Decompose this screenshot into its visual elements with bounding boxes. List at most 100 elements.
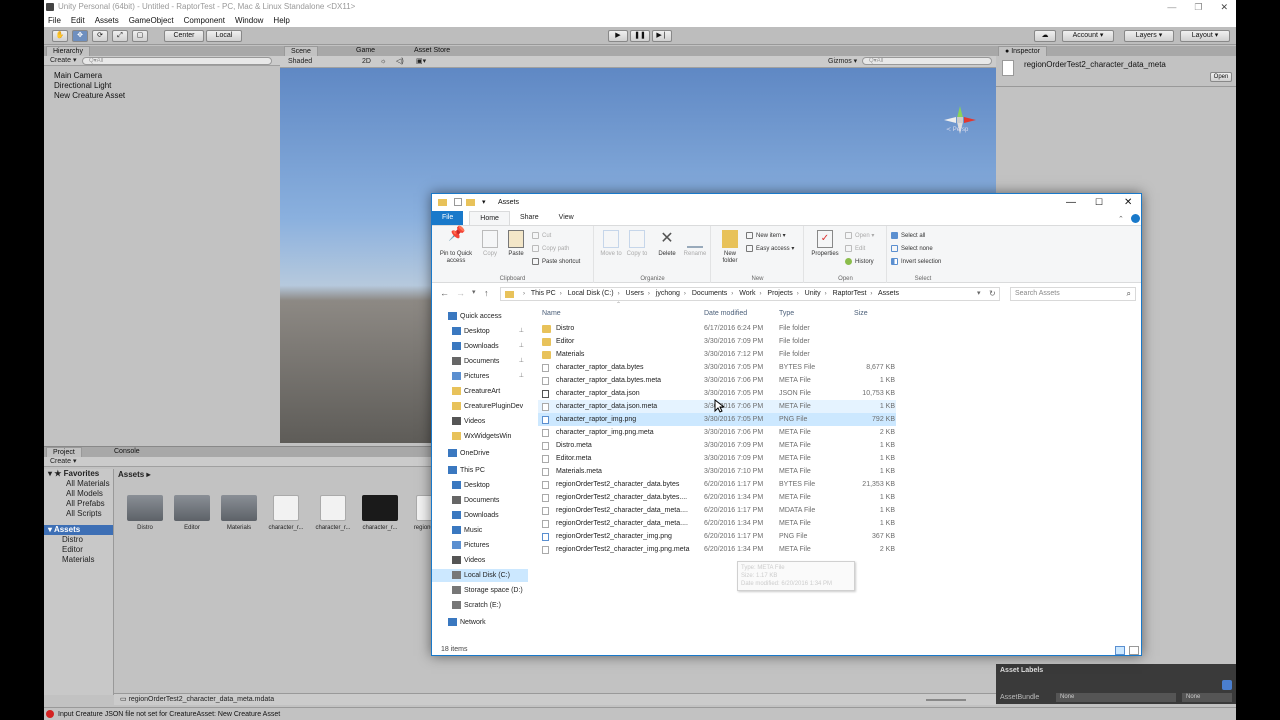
cut-button[interactable]: Cut — [532, 232, 551, 240]
breadcrumb-separator[interactable]: › — [731, 291, 733, 297]
address-dropdown-icon[interactable]: ▾ — [977, 288, 981, 300]
close-icon[interactable]: ✕ — [1220, 0, 1228, 14]
file-row[interactable]: Editor 3/30/2016 7:09 PM File folder — [538, 335, 896, 348]
copy-path-button[interactable]: Copy path — [532, 245, 569, 253]
favorite-item[interactable]: All Prefabs — [44, 499, 113, 509]
forward-arrow-icon[interactable]: → — [456, 288, 465, 298]
hierarchy-item[interactable]: Main Camera — [44, 71, 280, 81]
column-header-name[interactable]: Name — [542, 307, 561, 321]
ribbon-tab-view[interactable]: View — [549, 211, 584, 225]
pin-icon[interactable]: ⊥ — [519, 340, 524, 353]
back-arrow-icon[interactable]: ← — [440, 288, 449, 298]
history-button[interactable]: History — [845, 258, 874, 266]
file-row[interactable]: regionOrderTest2_character_data_meta....… — [538, 504, 896, 517]
breadcrumb-item[interactable]: Local Disk (C:) — [568, 290, 614, 297]
scene-search-input[interactable]: Q▾All — [862, 57, 992, 65]
minimize-icon[interactable]: — — [1066, 194, 1076, 211]
nav-item[interactable]: Scratch (E:) — [432, 599, 528, 612]
up-arrow-icon[interactable]: ↑ — [484, 288, 489, 298]
copy-to-button[interactable]: Copy to — [623, 230, 651, 258]
easy-access-button[interactable]: Easy access ▾ — [746, 245, 794, 253]
search-box[interactable]: Search Assets ⌕ — [1010, 287, 1136, 301]
menu-file[interactable]: File — [48, 14, 61, 27]
breadcrumb-item[interactable]: Users — [626, 290, 644, 297]
details-view-icon[interactable] — [1115, 646, 1125, 655]
pin-icon[interactable]: ⊥ — [519, 325, 524, 338]
favorite-item[interactable]: All Models — [44, 489, 113, 499]
menu-component[interactable]: Component — [184, 14, 225, 27]
tab-game[interactable]: Game — [350, 46, 381, 56]
hierarchy-search-input[interactable]: Q▾All — [82, 57, 272, 65]
delete-button[interactable]: ✕ Delete — [653, 230, 681, 258]
scale-tool-icon[interactable]: ⤢ — [112, 30, 128, 42]
asset-thumb[interactable]: character_r... — [314, 495, 352, 531]
column-header-date[interactable]: Date modified — [704, 307, 747, 321]
large-icons-view-icon[interactable] — [1129, 646, 1139, 655]
tab-asset-store[interactable]: Asset Store — [408, 46, 456, 56]
favorites-header[interactable]: ▾ ★ Favorites — [44, 469, 113, 479]
invert-selection-button[interactable]: Invert selection — [891, 258, 941, 266]
select-none-button[interactable]: Select none — [891, 245, 933, 253]
nav-item[interactable]: Pictures ⊥ — [432, 370, 528, 383]
gizmos-dropdown[interactable]: Gizmos ▾ — [828, 57, 857, 67]
effects-toggle-icon[interactable]: ▣▾ — [416, 57, 426, 67]
breadcrumb-item[interactable]: Documents — [692, 290, 727, 297]
nav-item[interactable]: Documents ⊥ — [432, 355, 528, 368]
copy-button[interactable]: Copy — [476, 230, 504, 258]
light-toggle-icon[interactable]: ☼ — [380, 57, 386, 67]
asset-thumb[interactable]: character_r... — [267, 495, 305, 531]
breadcrumb-item[interactable]: Work — [739, 290, 755, 297]
file-row[interactable]: regionOrderTest2_character_img.png 6/20/2… — [538, 530, 896, 543]
pivot-center-button[interactable]: Center — [164, 30, 204, 42]
nav-item[interactable]: Downloads ⊥ — [432, 340, 528, 353]
audio-toggle-icon[interactable]: ◁) — [396, 57, 404, 67]
file-row[interactable]: Distro.meta 3/30/2016 7:09 PM META File 1 K… — [538, 439, 896, 452]
file-row[interactable]: regionOrderTest2_character_data.bytes...… — [538, 491, 896, 504]
breadcrumb-item[interactable]: This PC — [531, 290, 556, 297]
refresh-icon[interactable]: ↻ — [989, 288, 996, 300]
select-all-button[interactable]: Select all — [891, 232, 925, 240]
inspector-open-button[interactable]: Open — [1210, 72, 1232, 82]
paste-shortcut-button[interactable]: Paste shortcut — [532, 258, 580, 266]
ribbon-tab-share[interactable]: Share — [510, 211, 549, 225]
nav-item[interactable]: Documents — [432, 494, 528, 507]
menu-edit[interactable]: Edit — [71, 14, 85, 27]
assetbundle-dropdown[interactable]: None — [1056, 693, 1176, 702]
nav-item[interactable]: This PC — [432, 464, 528, 477]
move-to-button[interactable]: Move to — [597, 230, 625, 258]
hierarchy-item[interactable]: New Creature Asset — [44, 91, 280, 101]
breadcrumb-item[interactable]: Projects — [767, 290, 792, 297]
project-create-button[interactable]: Create ▾ — [50, 457, 76, 467]
file-row[interactable]: regionOrderTest2_character_data_meta....… — [538, 517, 896, 530]
hand-tool-icon[interactable]: ✋ — [52, 30, 68, 42]
nav-item[interactable]: WxWidgetsWin — [432, 430, 528, 443]
cloud-icon[interactable]: ☁ — [1034, 30, 1056, 42]
breadcrumb-separator[interactable]: › — [618, 291, 620, 297]
pin-quick-access-button[interactable]: 📌 Pin to Quick access — [436, 226, 476, 265]
open-button[interactable]: Open ▾ — [845, 232, 874, 240]
breadcrumb-item[interactable]: Unity — [805, 290, 821, 297]
properties-quick-icon[interactable] — [454, 198, 462, 206]
pivot-local-button[interactable]: Local — [206, 30, 242, 42]
rect-tool-icon[interactable]: ▢ — [132, 30, 148, 42]
nav-item[interactable]: Videos — [432, 415, 528, 428]
asset-folder-item[interactable]: Editor — [44, 545, 113, 555]
asset-thumb[interactable]: Materials — [220, 495, 258, 531]
nav-item[interactable]: Storage space (D:) — [432, 584, 528, 597]
breadcrumb-separator[interactable]: › — [797, 291, 799, 297]
breadcrumb-separator[interactable]: › — [825, 291, 827, 297]
asset-thumb[interactable]: Distro — [126, 495, 164, 531]
breadcrumb-separator[interactable]: › — [870, 291, 872, 297]
maximize-icon[interactable]: ❐ — [1194, 0, 1202, 14]
column-header-size[interactable]: Size — [854, 307, 868, 321]
maximize-icon[interactable]: ☐ — [1095, 194, 1103, 211]
recent-locations-icon[interactable]: ▾ — [472, 288, 476, 296]
asset-thumb[interactable]: character_r... — [361, 495, 399, 531]
menu-help[interactable]: Help — [273, 14, 289, 27]
search-input[interactable]: Search Assets — [1015, 290, 1060, 297]
nav-item[interactable]: Quick access — [432, 310, 528, 323]
breadcrumb-separator[interactable]: › — [684, 291, 686, 297]
pin-icon[interactable]: ⊥ — [519, 355, 524, 368]
asset-folder-item[interactable]: Materials — [44, 555, 113, 565]
hierarchy-create-button[interactable]: Create ▾ — [50, 56, 76, 66]
